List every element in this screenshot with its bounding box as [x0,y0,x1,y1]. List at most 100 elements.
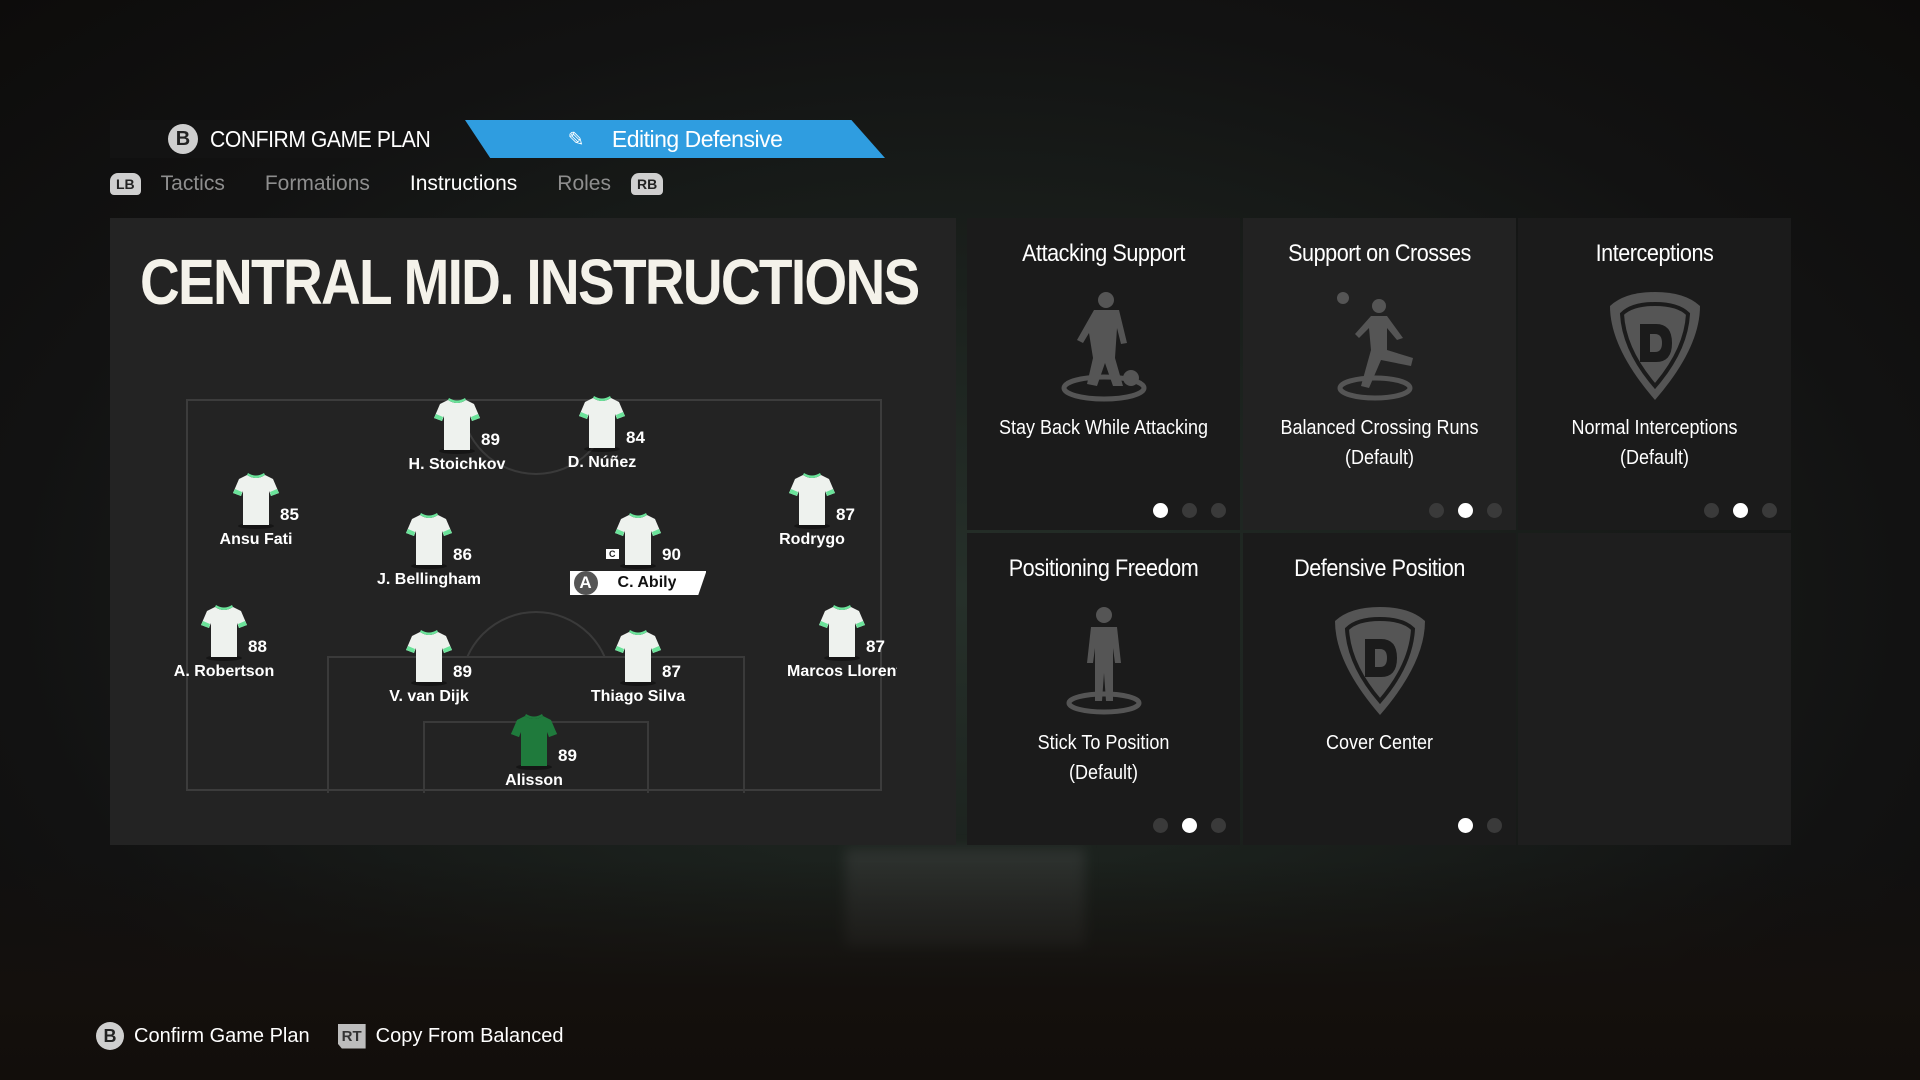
option-dot[interactable] [1458,818,1473,833]
jersey-icon [233,473,279,529]
player-rating: 88 [248,637,267,656]
confirm-game-plan-button[interactable]: Confirm Game Plan [134,1025,310,1048]
b-button-icon: B [96,1022,124,1050]
card-value-default: (Default) [1619,447,1690,469]
player-1[interactable]: 84 D. Núñez [522,394,682,472]
editing-label: Editing Defensive [611,125,783,152]
confirm-game-plan-label: CONFIRM GAME PLAN [210,125,431,152]
player-rating: 89 [453,662,472,681]
card-value: Balanced Crossing Runs (Default) [1257,413,1503,473]
card-value: Stick To Position (Default) [981,728,1227,788]
jersey-icon [406,513,452,569]
card-value-text: Normal Interceptions [1571,417,1738,439]
rb-button-icon[interactable]: RB [630,173,664,195]
instruction-card-interceptions[interactable]: Interceptions Normal Interceptions (Defau… [1518,218,1791,530]
player-0[interactable]: 89 H. Stoichkov [377,396,537,474]
card-value: Cover Center [1257,728,1503,758]
instruction-card-defensive-position[interactable]: Defensive Position Cover Center [1243,533,1516,845]
option-dot[interactable] [1487,503,1502,518]
player-name: D. Núñez [567,454,637,471]
player-name: Rodrygo [779,531,845,548]
player-name: Ansu Fati [219,531,293,548]
rt-button-icon: RT [337,1023,366,1049]
player-4[interactable]: 86 J. Bellingham [349,511,509,589]
option-dots [1458,818,1502,833]
player-rating: 89 [558,746,577,765]
card-value-text: Stick To Position [1037,732,1170,754]
option-dot[interactable] [1429,503,1444,518]
player-name: Thiago Silva [590,688,686,705]
player-rating: 89 [481,430,500,449]
card-title: Interceptions [1595,240,1714,267]
card-title: Defensive Position [1294,555,1465,582]
option-dot[interactable] [1182,818,1197,833]
player-name: J. Bellingham [376,571,482,588]
player-3[interactable]: 87 Rodrygo [732,471,892,549]
card-value-text: Stay Back While Attacking [998,417,1209,439]
card-value-text: Cover Center [1325,732,1434,754]
card-value-default: (Default) [1344,447,1415,469]
player-8[interactable]: 89 V. van Dijk [349,628,509,706]
lb-button-icon[interactable]: LB [110,173,141,195]
tab-bar: LB Tactics Formations Instructions Roles… [110,168,664,200]
option-dot[interactable] [1704,503,1719,518]
b-button-icon: B [168,124,198,154]
player-rating: 87 [836,505,855,524]
instruction-card-support-on-crosses[interactable]: Support on Crosses Balanced Crossing Run… [1243,218,1516,530]
jersey-icon [819,605,865,661]
jersey-icon [511,714,557,770]
card-value-default: (Default) [1068,762,1139,784]
option-dots [1704,503,1777,518]
player-2[interactable]: 85 Ansu Fati [176,471,336,549]
option-dot[interactable] [1733,503,1748,518]
player-rating: 87 [662,662,681,681]
option-dot[interactable] [1182,503,1197,518]
jersey-icon [434,398,480,454]
jersey-icon [579,396,625,452]
player-9[interactable]: 87 Thiago Silva [558,628,718,706]
editing-mode-banner: ✎ Editing Defensive [465,120,885,158]
card-value-text: Balanced Crossing Runs [1280,417,1479,439]
instruction-card-positioning-freedom[interactable]: Positioning Freedom Stick To Position (De… [967,533,1240,845]
confirm-game-plan-header[interactable]: B CONFIRM GAME PLAN [110,120,530,158]
jersey-icon [789,473,835,529]
option-dots [1153,503,1226,518]
player-run-icon [1243,288,1516,403]
player-name: A. Robertson [173,663,275,680]
option-dot[interactable] [1153,503,1168,518]
pencil-icon: ✎ [567,128,585,151]
player-rating: 90 [662,545,681,564]
jersey-icon [615,630,661,686]
instruction-card-attacking-support[interactable]: Attacking Support Stay Back While Attack… [967,218,1240,530]
jersey-icon [406,630,452,686]
option-dots [1429,503,1502,518]
player-dribble-icon [967,288,1240,403]
player-name: C. Abily [617,574,677,591]
a-button-icon: A [573,571,598,595]
tab-formations[interactable]: Formations [265,172,370,196]
tab-instructions[interactable]: Instructions [410,172,517,196]
option-dot[interactable] [1211,503,1226,518]
option-dot[interactable] [1153,818,1168,833]
option-dot[interactable] [1458,503,1473,518]
player-10[interactable]: 89 Alisson [454,712,614,790]
page-title: CENTRAL MID. INSTRUCTIONS [140,246,920,318]
option-dot[interactable] [1211,818,1226,833]
tab-roles[interactable]: Roles [557,172,611,196]
option-dot[interactable] [1762,503,1777,518]
copy-from-balanced-button[interactable]: Copy From Balanced [376,1025,564,1048]
card-value: Normal Interceptions (Default) [1532,413,1778,473]
player-standing-icon [967,603,1240,718]
player-6[interactable]: 88 A. Robertson [144,603,304,681]
player-7[interactable]: 87 Marcos Llorente [762,603,922,681]
card-title: Support on Crosses [1288,240,1471,267]
card-value: Stay Back While Attacking [981,413,1227,443]
player-rating: 87 [866,637,885,656]
player-name: H. Stoichkov [408,456,506,473]
player-5[interactable]: 90 C A C. Abily [558,511,718,595]
jersey-icon [201,605,247,661]
player-rating: 85 [280,505,299,524]
tab-tactics[interactable]: Tactics [161,172,225,196]
player-name: V. van Dijk [389,688,469,705]
option-dot[interactable] [1487,818,1502,833]
